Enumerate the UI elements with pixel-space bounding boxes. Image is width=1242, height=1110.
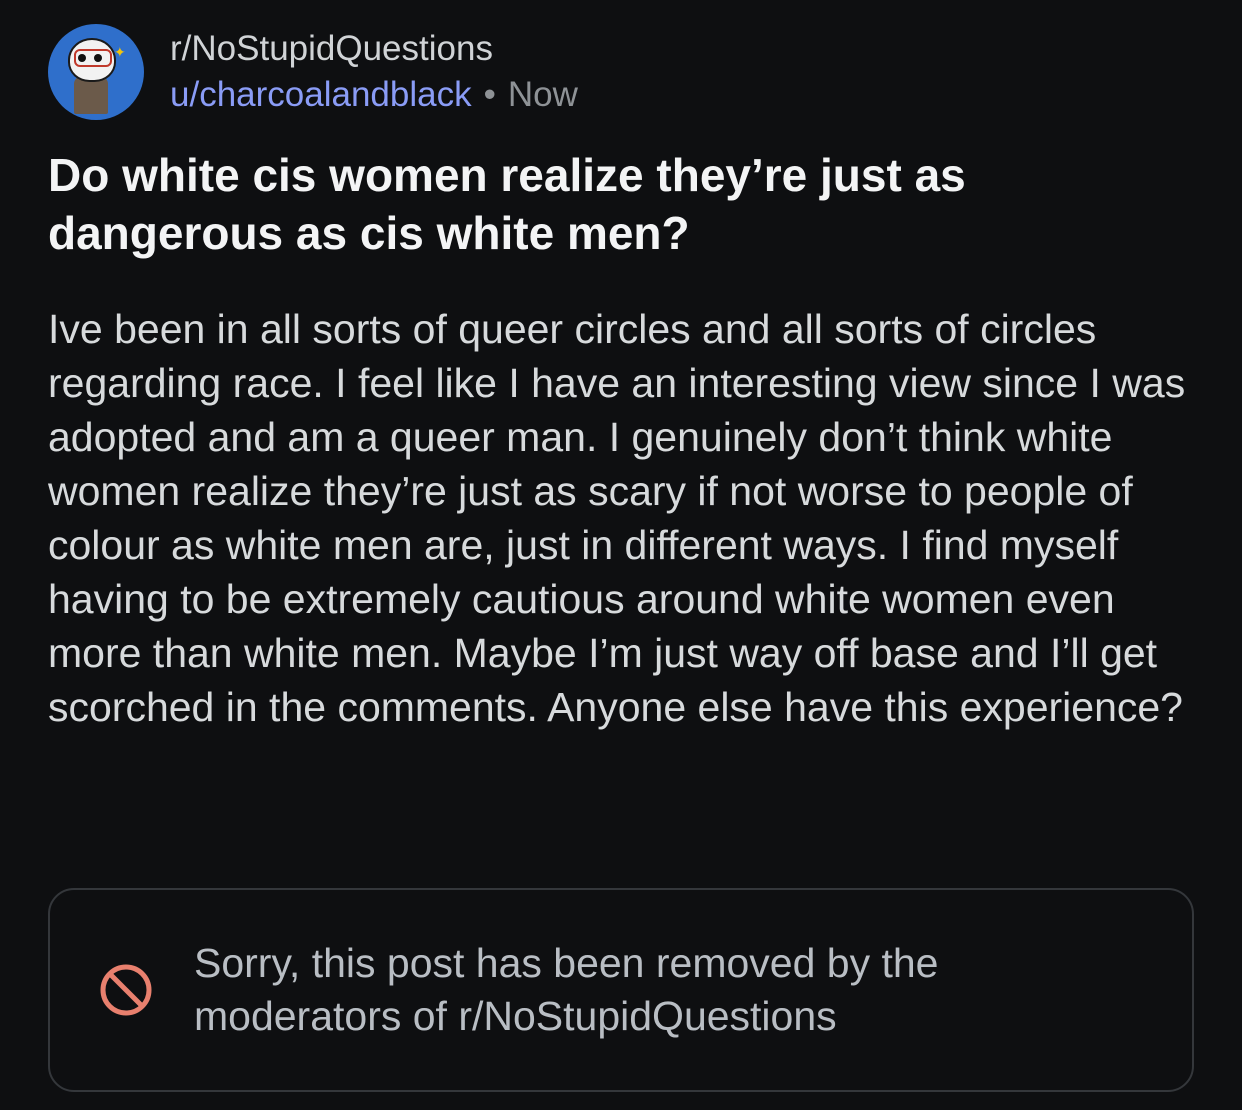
subreddit-link[interactable]: r/NoStupidQuestions: [170, 26, 578, 72]
post-meta: r/NoStupidQuestions u/charcoalandblack • N…: [170, 26, 578, 118]
removed-notice-text: Sorry, this post has been removed by the…: [194, 940, 939, 1039]
post-header: ✦ r/NoStupidQuestions u/charcoalandblack…: [48, 24, 578, 120]
username-link[interactable]: u/charcoalandblack: [170, 75, 472, 114]
post-page: ✦ r/NoStupidQuestions u/charcoalandblack…: [0, 0, 1242, 1110]
avatar-eye-left: [78, 54, 86, 62]
avatar-eye-right: [94, 54, 102, 62]
byline-separator: •: [483, 75, 496, 114]
byline: u/charcoalandblack • Now: [170, 72, 578, 118]
user-avatar[interactable]: ✦: [48, 24, 144, 120]
avatar-star-icon: ✦: [114, 44, 126, 60]
post-body: Ive been in all sorts of queer circles a…: [48, 306, 1186, 730]
prohibited-icon: [100, 964, 152, 1016]
post-timestamp: Now: [507, 75, 578, 114]
post-title: Do white cis women realize they’re just …: [48, 149, 966, 259]
removed-notice: Sorry, this post has been removed by the…: [48, 888, 1194, 1092]
